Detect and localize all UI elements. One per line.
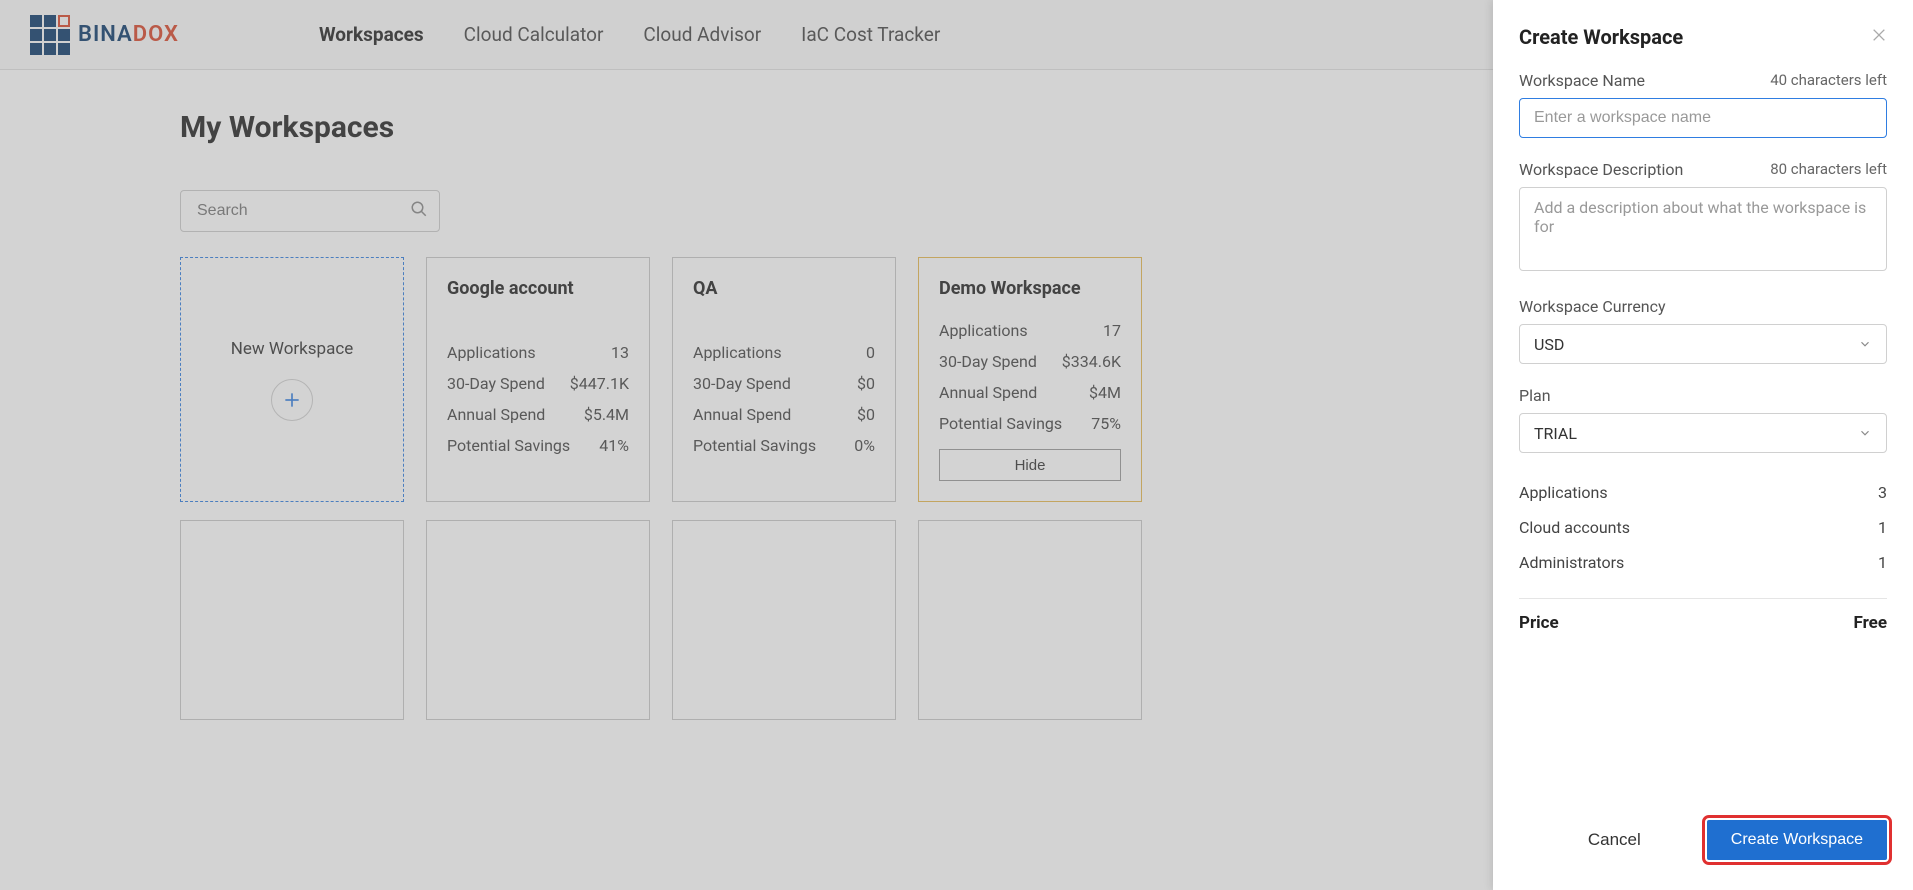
panel-title: Create Workspace <box>1519 25 1683 49</box>
info-value: 3 <box>1878 483 1887 502</box>
name-hint: 40 characters left <box>1770 71 1887 90</box>
name-label-row: Workspace Name 40 characters left <box>1519 71 1887 90</box>
desc-hint: 80 characters left <box>1770 160 1887 179</box>
currency-select[interactable]: USD <box>1519 324 1887 364</box>
panel-header: Create Workspace <box>1519 25 1887 49</box>
chevron-down-icon <box>1858 337 1872 351</box>
plan-select[interactable]: TRIAL <box>1519 413 1887 453</box>
currency-value: USD <box>1534 335 1564 354</box>
name-label: Workspace Name <box>1519 71 1645 90</box>
info-value: 1 <box>1878 518 1887 537</box>
close-icon[interactable] <box>1871 27 1887 47</box>
workspace-description-input[interactable] <box>1519 187 1887 271</box>
info-label: Applications <box>1519 483 1608 502</box>
create-workspace-button[interactable]: Create Workspace <box>1707 820 1887 860</box>
info-label: Administrators <box>1519 553 1624 572</box>
cancel-button[interactable]: Cancel <box>1588 830 1641 850</box>
price-value: Free <box>1853 613 1887 633</box>
info-value: 1 <box>1878 553 1887 572</box>
divider <box>1519 598 1887 599</box>
price-row: Price Free <box>1519 613 1887 633</box>
currency-label: Workspace Currency <box>1519 297 1887 316</box>
workspace-name-input[interactable] <box>1519 98 1887 138</box>
plan-value: TRIAL <box>1534 424 1577 443</box>
panel-footer: Cancel Create Workspace <box>1519 820 1887 870</box>
desc-label: Workspace Description <box>1519 160 1683 179</box>
chevron-down-icon <box>1858 426 1872 440</box>
desc-label-row: Workspace Description 80 characters left <box>1519 160 1887 179</box>
info-row: Applications 3 <box>1519 483 1887 502</box>
plan-label: Plan <box>1519 386 1887 405</box>
info-row: Cloud accounts 1 <box>1519 518 1887 537</box>
price-label: Price <box>1519 613 1559 633</box>
info-row: Administrators 1 <box>1519 553 1887 572</box>
info-label: Cloud accounts <box>1519 518 1630 537</box>
create-workspace-panel: Create Workspace Workspace Name 40 chara… <box>1493 0 1913 890</box>
